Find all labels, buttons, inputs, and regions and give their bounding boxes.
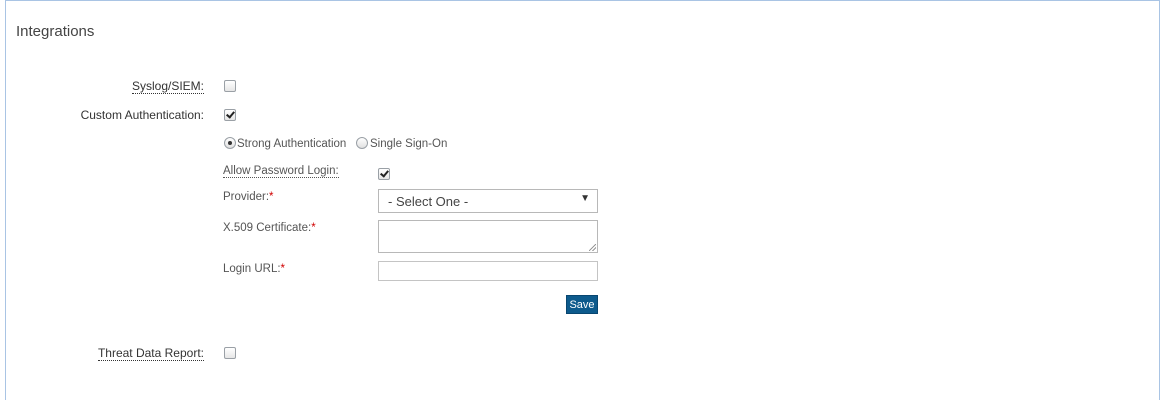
chevron-down-icon: ▼	[580, 193, 590, 204]
provider-required-mark: *	[269, 191, 274, 203]
panel-title: Integrations	[16, 23, 95, 40]
certificate-label: X.509 Certificate:*	[223, 222, 316, 234]
allow-password-label: Allow Password Login:	[223, 165, 339, 178]
syslog-checkbox[interactable]	[224, 80, 236, 92]
provider-select[interactable]: - Select One - ▼	[378, 189, 598, 213]
sso-radio[interactable]	[356, 137, 368, 149]
threat-report-label: Threat Data Report:	[97, 346, 204, 361]
login-url-label: Login URL:*	[223, 263, 286, 275]
provider-select-value: - Select One -	[388, 194, 469, 209]
strong-auth-radio[interactable]	[224, 137, 236, 149]
strong-auth-label: Strong Authentication	[237, 138, 347, 150]
certificate-required-mark: *	[311, 222, 316, 234]
syslog-label: Syslog/SIEM:	[131, 79, 204, 94]
allow-password-checkbox[interactable]	[378, 168, 390, 180]
custom-auth-label: Custom Authentication:	[80, 108, 204, 122]
sso-label: Single Sign-On	[370, 138, 448, 150]
threat-report-checkbox[interactable]	[224, 347, 236, 359]
login-url-input[interactable]	[378, 261, 598, 281]
resize-grip-icon[interactable]	[589, 244, 596, 251]
certificate-textarea[interactable]	[378, 220, 598, 253]
save-button[interactable]: Save	[566, 295, 598, 314]
provider-label: Provider:*	[223, 191, 274, 203]
custom-auth-checkbox[interactable]	[224, 109, 236, 121]
login-url-required-mark: *	[280, 263, 286, 275]
